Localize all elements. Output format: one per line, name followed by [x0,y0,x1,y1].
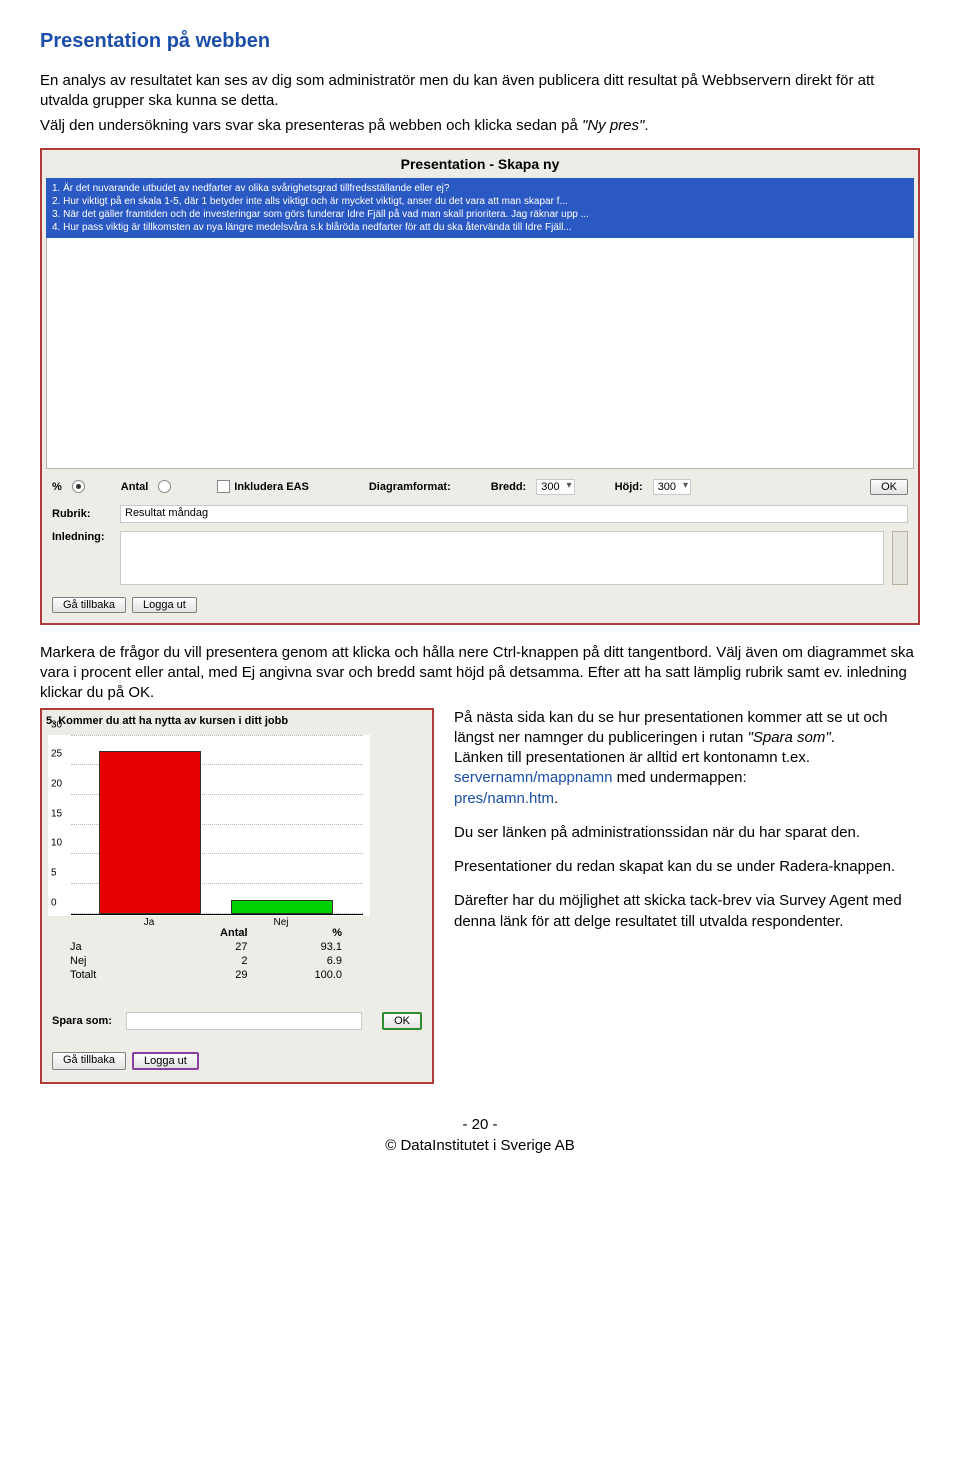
antal-label: Antal [121,481,149,493]
logout-button[interactable]: Logga ut [132,597,197,613]
checkbox-icon [217,480,230,493]
rubrik-label: Rubrik: [52,508,112,520]
page-title: Presentation på webben [40,30,920,53]
ytick-label: 15 [51,808,62,819]
save-as-label: Spara som: [52,1015,120,1027]
antal-radio[interactable] [158,480,171,493]
diagram-format-label: Diagramformat: [369,481,451,493]
table-row: Ja 27 93.1 [66,940,346,954]
table-row: Nej 2 6.9 [66,954,346,968]
save-as-input[interactable] [126,1012,362,1030]
bar-nej [231,900,333,914]
presentation-create-panel: Presentation - Skapa ny 1. Är det nuvara… [40,148,920,625]
question-item[interactable]: 4. Hur pass viktig är tillkomsten av nya… [52,221,908,234]
result-preview-panel: 5. Kommer du att ha nytta av kursen i di… [40,708,434,1084]
question-item[interactable]: 2. Hur viktigt på en skala 1-5, där 1 be… [52,195,908,208]
bar-chart: 051015202530 Ja Nej [48,735,370,916]
logout-button-2[interactable]: Logga ut [132,1052,199,1070]
ytick-label: 25 [51,749,62,760]
height-label: Höjd: [615,481,643,493]
result-table: Antal % Ja 27 93.1 Nej 2 6.9 Totalt 29 1… [66,926,346,982]
inledning-label: Inledning: [52,531,112,543]
save-ok-button[interactable]: OK [382,1012,422,1030]
percent-label: % [52,481,62,493]
bar-label-nej: Nej [231,914,331,928]
bar-ja [99,751,201,913]
panel-title: Presentation - Skapa ny [42,150,918,178]
question-listbox[interactable]: 1. Är det nuvarande utbudet av nedfarter… [46,178,914,238]
radio-on-icon [72,480,85,493]
question-listbox-empty[interactable] [46,238,914,469]
chart-title: 5. Kommer du att ha nytta av kursen i di… [42,710,432,735]
col-pct: % [252,926,346,940]
ytick-label: 5 [51,867,57,878]
bar-label-ja: Ja [99,914,199,928]
radio-off-icon [158,480,171,493]
ok-button[interactable]: OK [870,479,908,495]
col-antal: Antal [157,926,251,940]
table-row: Totalt 29 100.0 [66,968,346,982]
question-item[interactable]: 1. Är det nuvarande utbudet av nedfarter… [52,182,908,195]
intro-paragraph-1: En analys av resultatet kan ses av dig s… [40,71,920,112]
page-number: - 20 - [40,1114,920,1135]
copyright: © DataInstitutet i Sverige AB [40,1135,920,1156]
scrollbar[interactable] [892,531,908,585]
intro-paragraph-2: Välj den undersökning vars svar ska pres… [40,116,920,136]
back-button-2[interactable]: Gå tillbaka [52,1052,126,1070]
percent-radio[interactable] [72,480,85,493]
question-item[interactable]: 3. När det gäller framtiden och de inves… [52,208,908,221]
back-button[interactable]: Gå tillbaka [52,597,126,613]
width-label: Bredd: [491,481,526,493]
inledning-textarea[interactable] [120,531,884,585]
ytick-label: 30 [51,719,62,730]
ytick-label: 20 [51,778,62,789]
right-text-column: På nästa sida kan du se hur presentation… [454,708,920,946]
rubrik-input[interactable]: Resultat måndag [120,505,908,523]
height-select[interactable]: 300 [653,479,691,495]
include-eas-checkbox[interactable]: Inkludera EAS [217,480,309,493]
ytick-label: 0 [51,897,57,908]
ytick-label: 10 [51,838,62,849]
width-select[interactable]: 300 [536,479,574,495]
middle-paragraph: Markera de frågor du vill presentera gen… [40,643,920,704]
